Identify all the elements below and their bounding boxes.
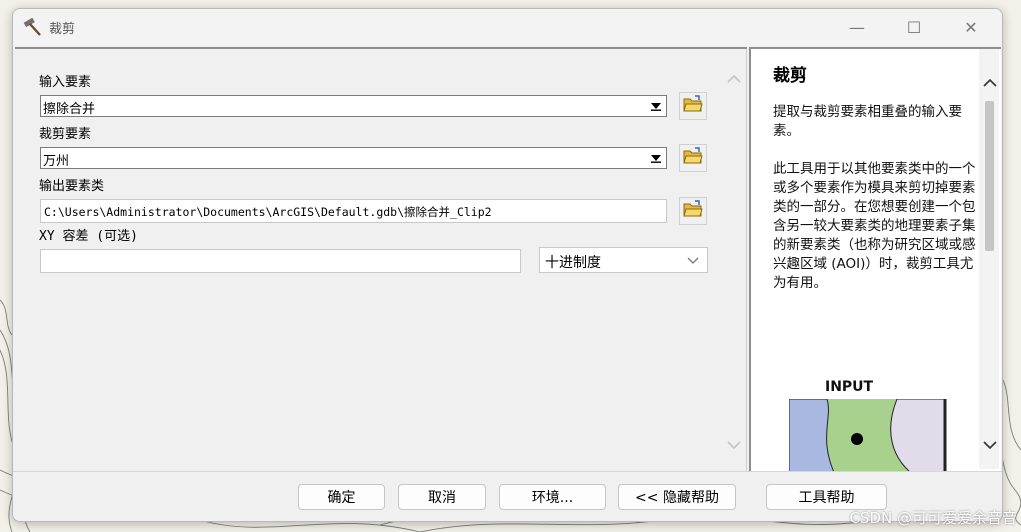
panel-top-border — [15, 47, 747, 49]
clip-features-browse-button[interactable] — [679, 144, 707, 172]
figure-caption: INPUT — [825, 379, 874, 395]
chevron-down-icon[interactable] — [727, 439, 741, 454]
help-panel: 裁剪 提取与裁剪要素相重叠的输入要素。 此工具用于以其他要素类中的一个或多个要素… — [749, 47, 1001, 480]
chevron-down-icon[interactable] — [647, 149, 665, 167]
help-title: 裁剪 — [773, 66, 807, 86]
minimize-button[interactable]: — — [834, 9, 880, 46]
chevron-down-icon — [687, 254, 699, 269]
folder-open-icon — [683, 95, 703, 117]
chevron-up-icon[interactable] — [983, 77, 997, 92]
chevron-down-icon[interactable] — [983, 439, 997, 454]
title-bar: 裁剪 — ☐ ✕ — [13, 9, 1002, 46]
output-class-field[interactable]: C:\Users\Administrator\Documents\ArcGIS\… — [40, 199, 667, 223]
input-features-label: 输入要素 — [39, 75, 92, 90]
help-scrollbar[interactable] — [979, 49, 999, 469]
watermark: CSDN @可可爱爱余音音 — [849, 509, 1017, 527]
xy-tolerance-input[interactable] — [40, 249, 521, 273]
output-class-browse-button[interactable] — [679, 197, 707, 225]
cancel-button[interactable]: 取消 — [398, 484, 486, 510]
hide-help-button[interactable]: << 隐藏帮助 — [618, 484, 736, 510]
help-summary: 提取与裁剪要素相重叠的输入要素。 — [773, 104, 962, 139]
folder-open-icon — [683, 200, 703, 222]
ok-button[interactable]: 确定 — [298, 484, 385, 510]
input-features-combo[interactable]: 擦除合并 — [40, 95, 667, 117]
chevron-down-icon[interactable] — [647, 97, 665, 115]
unit-select-value: 十进制度 — [545, 255, 601, 271]
close-button[interactable]: ✕ — [948, 9, 994, 46]
input-features-value: 擦除合并 — [43, 102, 96, 117]
window-title: 裁剪 — [49, 22, 76, 37]
clip-features-label: 裁剪要素 — [39, 127, 92, 142]
scrollbar-thumb[interactable] — [985, 101, 994, 251]
xy-tolerance-label: XY 容差 (可选) — [39, 229, 138, 244]
clip-tool-dialog: 裁剪 — ☐ ✕ 输入要素 擦除合并 裁剪要素 万州 输出要素类 C:\User… — [12, 8, 1003, 522]
environments-button[interactable]: 环境... — [499, 484, 606, 510]
folder-open-icon — [683, 147, 703, 169]
help-body: 提取与裁剪要素相重叠的输入要素。 此工具用于以其他要素类中的一个或多个要素作为模… — [773, 103, 983, 312]
maximize-button[interactable]: ☐ — [891, 9, 937, 46]
output-class-value: C:\Users\Administrator\Documents\ArcGIS\… — [44, 205, 492, 219]
clip-features-value: 万州 — [43, 154, 70, 169]
hammer-icon — [23, 17, 43, 37]
input-features-browse-button[interactable] — [679, 92, 707, 120]
clip-features-combo[interactable]: 万州 — [40, 147, 667, 169]
xy-tolerance-unit-select[interactable]: 十进制度 — [539, 247, 708, 273]
chevron-up-icon[interactable] — [727, 73, 741, 88]
output-class-label: 输出要素类 — [39, 179, 105, 194]
parameters-panel: 输入要素 擦除合并 裁剪要素 万州 输出要素类 C:\Users\Adminis… — [15, 47, 747, 471]
help-description: 此工具用于以其他要素类中的一个或多个要素作为模具来剪切掉要素类的一部分。在您想要… — [773, 161, 976, 291]
